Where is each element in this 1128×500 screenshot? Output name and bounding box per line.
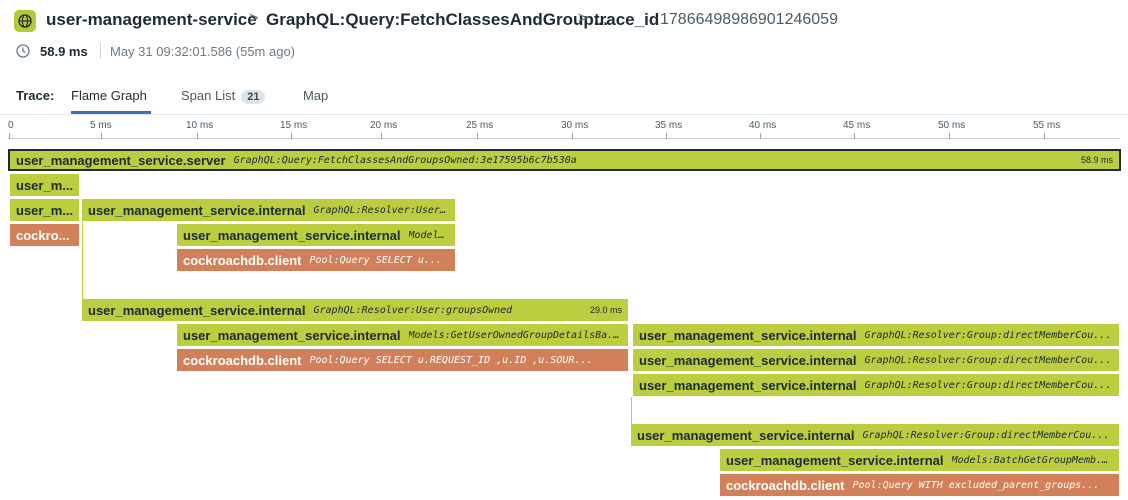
span-resource-name: Pool:Query SELECT u... <box>309 254 442 266</box>
span-duration: 29.0 ms <box>589 305 622 315</box>
span-resource-name: GraphQL:Resolver:Group:directMemberCou..… <box>864 329 1112 341</box>
flame-span[interactable]: user_management_service.internal GraphQL:… <box>82 199 455 221</box>
span-resource-name: Models... <box>408 229 450 241</box>
flame-span[interactable]: user_management_service.internal GraphQL:… <box>633 349 1119 371</box>
span-service-name: user_management_service.internal <box>639 377 857 393</box>
span-service-name: user_m... <box>16 177 74 193</box>
span-resource-name: GraphQL:Resolver:Group:directMemberCou..… <box>864 354 1112 366</box>
span-duration: 58.9 ms <box>1080 155 1113 165</box>
span-service-name: cockroachdb.client <box>183 252 302 268</box>
flame-span[interactable]: user_management_service.server GraphQL:Qu… <box>8 149 1121 171</box>
span-service-name: cockro... <box>16 227 70 243</box>
flame-span[interactable]: user_m... <box>10 174 79 196</box>
flame-span[interactable]: cockro... <box>10 224 79 246</box>
span-service-name: user_m... <box>16 202 74 218</box>
span-service-name: user_management_service.internal <box>88 202 306 218</box>
span-service-name: cockroachdb.client <box>183 352 302 368</box>
flame-span[interactable]: cockroachdb.client Pool:Query SELECT u.RE… <box>177 349 628 371</box>
span-resource-name: Models:GetUserOwnedGroupDetailsBa... <box>408 329 623 341</box>
span-resource-name: GraphQL:Resolver:Group:directMemberCou..… <box>862 429 1110 441</box>
flame-span[interactable]: user_m... <box>10 199 79 221</box>
span-resource-name: Models:BatchGetGroupMemb... <box>951 454 1114 466</box>
span-resource-name: GraphQL:Resolver:Group:directMemberCou..… <box>864 379 1112 391</box>
span-service-name: user_management_service.internal <box>88 302 306 318</box>
span-service-name: user_management_service.internal <box>639 352 857 368</box>
span-resource-name: Pool:Query WITH excluded_parent_groups..… <box>852 479 1100 491</box>
span-service-name: user_management_service.server <box>16 152 226 168</box>
span-service-name: user_management_service.internal <box>637 427 855 443</box>
span-resource-name: GraphQL:Resolver:User:groupsOwned <box>313 304 513 316</box>
span-service-name: user_management_service.internal <box>639 327 857 343</box>
flame-span[interactable]: cockroachdb.client Pool:Query WITH exclud… <box>720 474 1119 496</box>
span-service-name: user_management_service.internal <box>183 327 401 343</box>
span-connector <box>82 222 83 299</box>
span-connector <box>631 397 632 424</box>
span-resource-name: GraphQL:Resolver:User... <box>313 204 450 216</box>
flame-span[interactable]: user_management_service.internal GraphQL:… <box>631 424 1119 446</box>
span-service-name: cockroachdb.client <box>726 477 845 493</box>
flame-span[interactable]: user_management_service.internal GraphQL:… <box>633 374 1119 396</box>
flame-span[interactable]: cockroachdb.client Pool:Query SELECT u... <box>177 249 455 271</box>
flame-span[interactable]: user_management_service.internal GraphQL:… <box>82 299 628 321</box>
span-service-name: user_management_service.internal <box>726 452 944 468</box>
flame-span[interactable]: user_management_service.internal Models..… <box>177 224 455 246</box>
flame-span[interactable]: user_management_service.internal GraphQL:… <box>633 324 1119 346</box>
span-service-name: user_management_service.internal <box>183 227 401 243</box>
flame-span[interactable]: user_management_service.internal Models:B… <box>720 449 1119 471</box>
flame-span[interactable]: user_management_service.internal Models:G… <box>177 324 628 346</box>
flame-graph: user_management_service.server GraphQL:Qu… <box>0 0 1128 500</box>
span-resource-name: GraphQL:Query:FetchClassesAndGroupsOwned… <box>233 154 577 166</box>
span-resource-name: Pool:Query SELECT u.REQUEST_ID ,u.ID ,u.… <box>309 354 593 366</box>
